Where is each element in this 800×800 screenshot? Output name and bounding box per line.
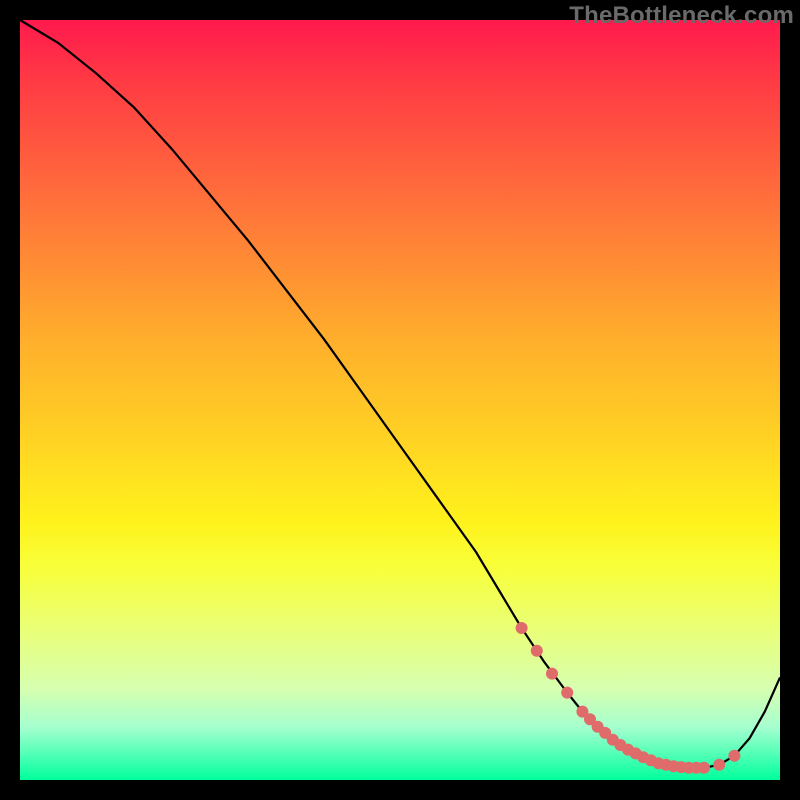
marker-point: [516, 622, 528, 634]
marker-point: [546, 668, 558, 680]
chart-svg: [20, 20, 780, 780]
bottleneck-curve: [20, 20, 780, 768]
chart-frame: TheBottleneck.com: [0, 0, 800, 800]
marker-point: [728, 750, 740, 762]
marker-point: [698, 762, 710, 774]
marker-point: [531, 645, 543, 657]
watermark-text: TheBottleneck.com: [569, 2, 794, 30]
highlighted-markers: [516, 622, 741, 774]
marker-point: [561, 687, 573, 699]
marker-point: [713, 759, 725, 771]
